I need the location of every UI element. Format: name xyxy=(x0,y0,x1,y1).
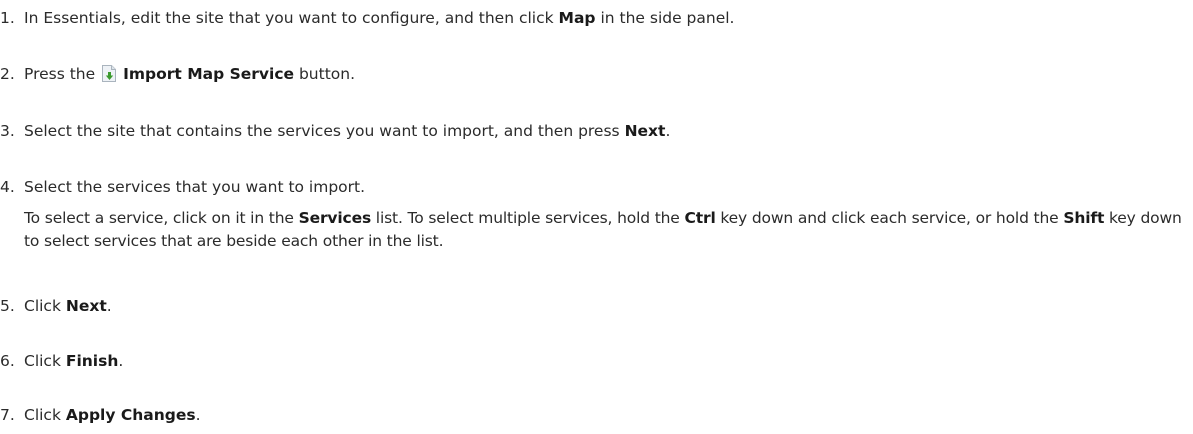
import-map-service-icon xyxy=(100,64,119,83)
next-label: Next xyxy=(624,122,666,140)
apply-changes-label: Apply Changes xyxy=(65,406,196,424)
step-text: Click Next. xyxy=(24,297,112,315)
shift-label: Shift xyxy=(1063,209,1105,227)
step-text: Press the Import Map Service button. xyxy=(24,64,356,83)
step-text: Click Finish. xyxy=(24,352,124,370)
finish-label: Finish xyxy=(65,352,119,370)
step-4-detail: To select a service, click on it in the … xyxy=(24,209,1182,250)
map-label: Map xyxy=(558,9,596,27)
step-text: In Essentials, edit the site that you wa… xyxy=(24,9,735,27)
step-text: Select the services that you want to imp… xyxy=(24,178,366,196)
ctrl-label: Ctrl xyxy=(684,209,716,227)
step-text: Select the site that contains the servic… xyxy=(24,122,671,140)
import-map-service-label: Import Map Service xyxy=(123,65,295,83)
step-text: Click Apply Changes. xyxy=(24,406,201,424)
services-label: Services xyxy=(298,209,372,227)
next-label: Next xyxy=(65,297,107,315)
